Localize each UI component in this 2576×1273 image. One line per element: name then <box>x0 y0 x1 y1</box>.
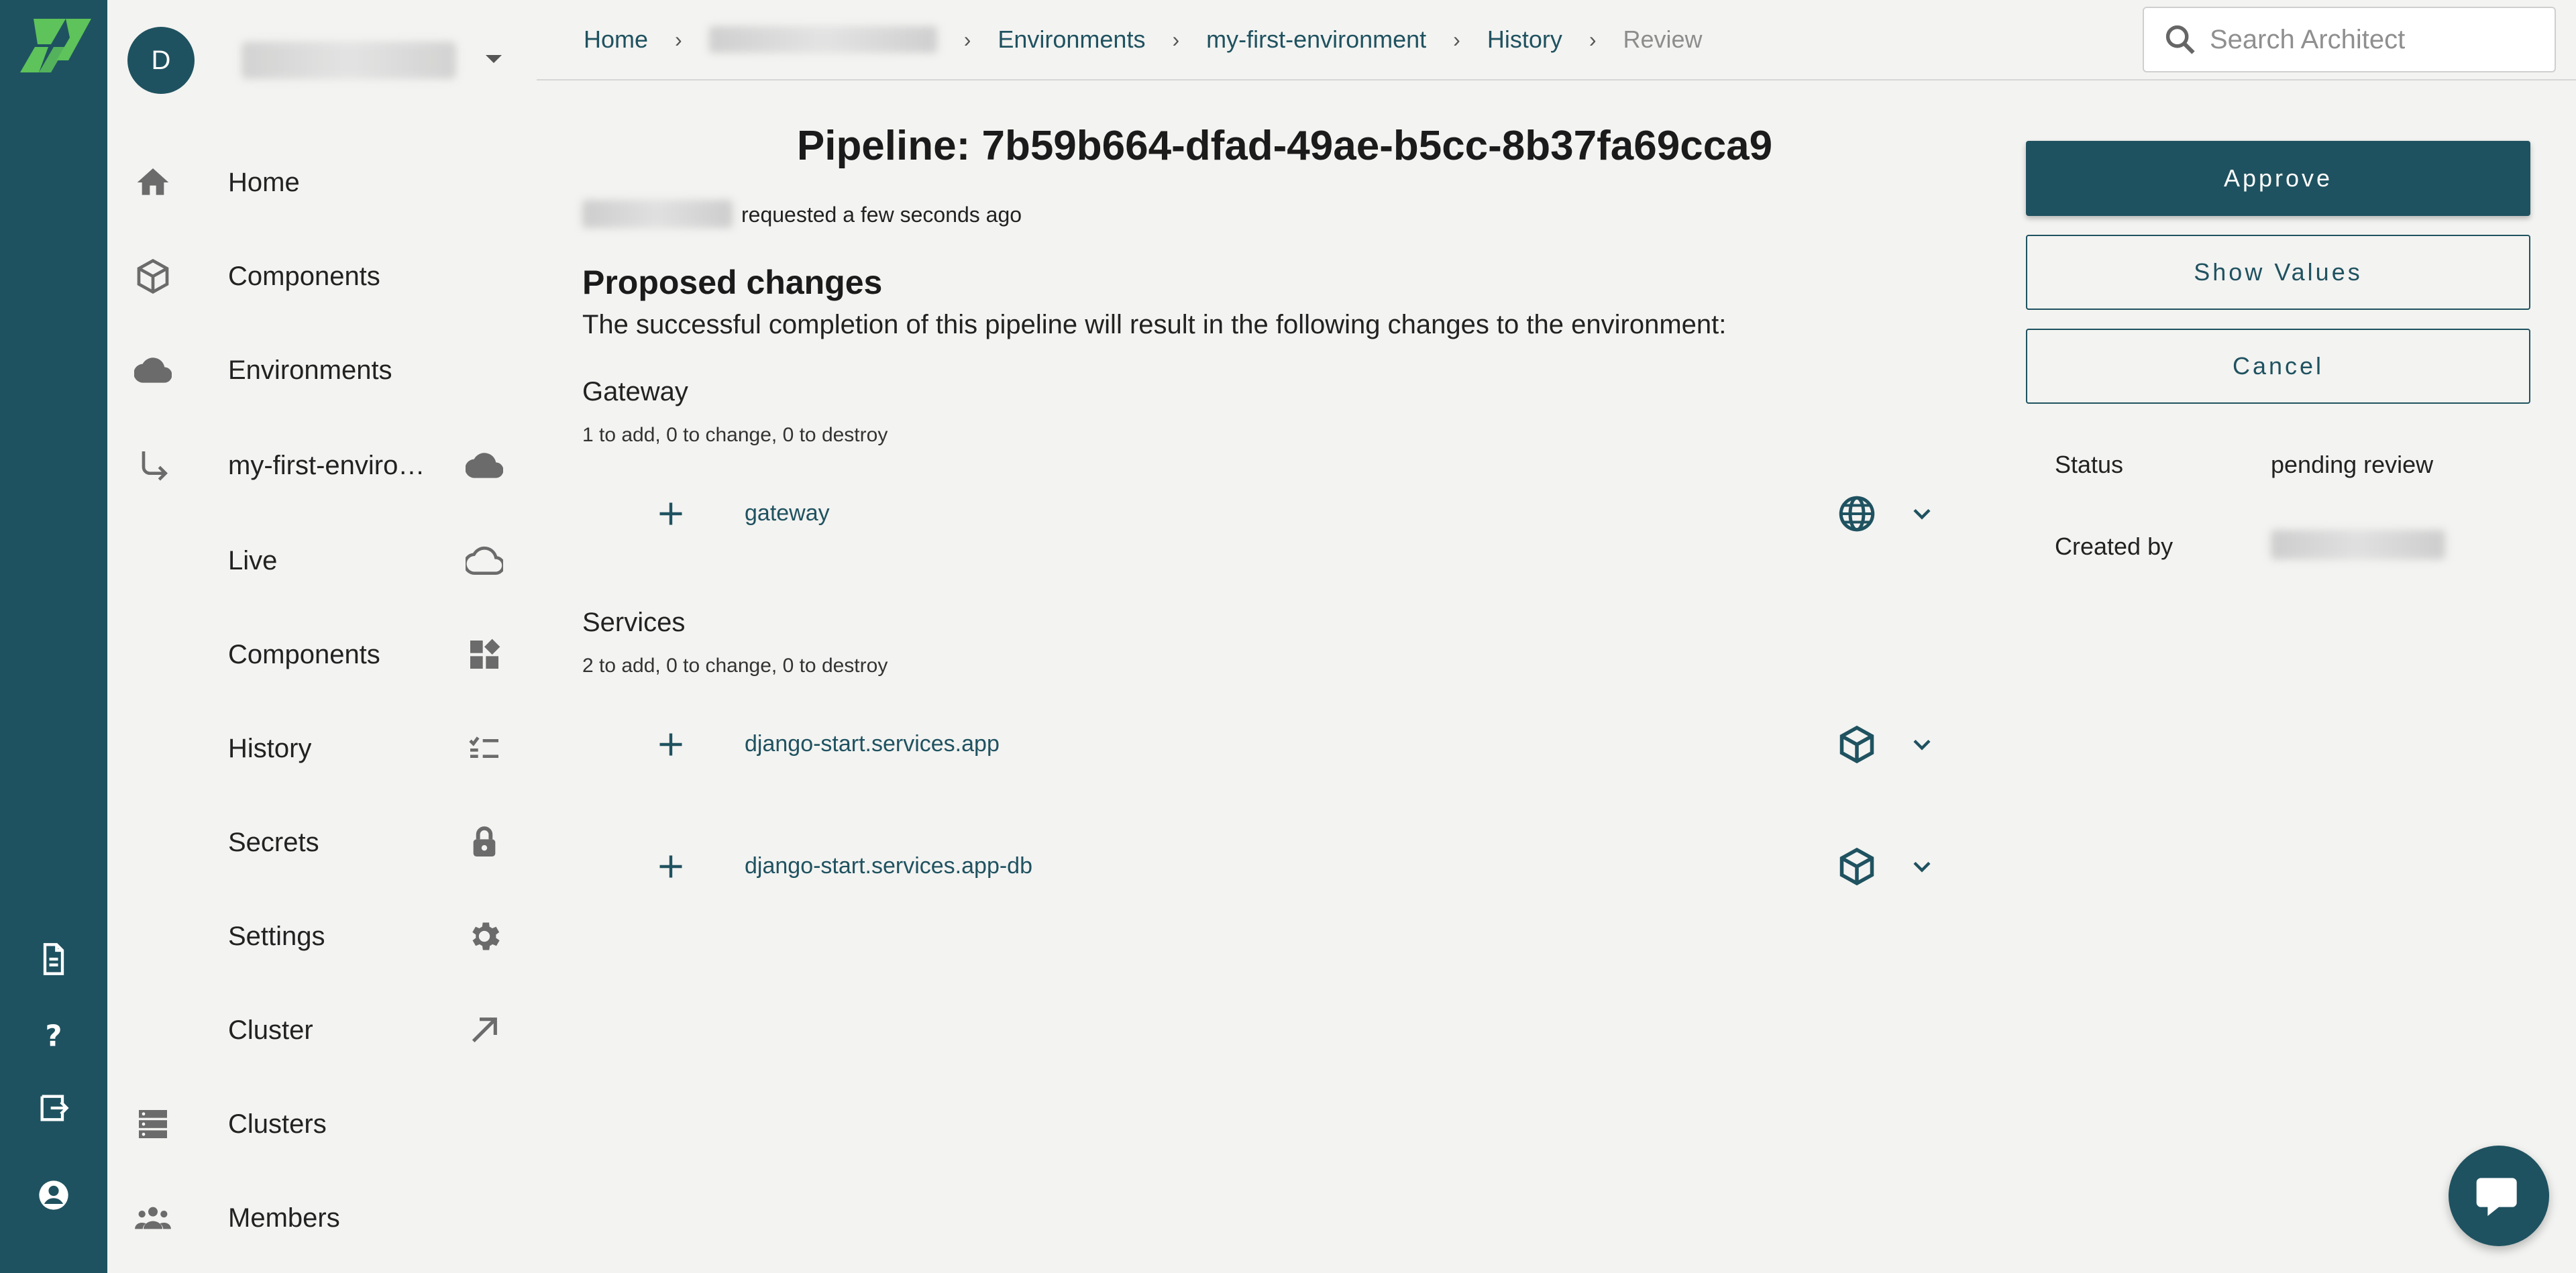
caret-down-icon[interactable] <box>483 51 504 67</box>
approve-button[interactable]: Approve <box>2026 141 2530 216</box>
change-name[interactable]: django-start.services.app-db <box>745 853 1032 879</box>
sidebar-item-label: Settings <box>228 921 325 951</box>
sidebar: D Home Components Environments my-first-… <box>107 0 537 1273</box>
sidebar-item-env-components[interactable]: Components <box>107 614 537 695</box>
home-icon <box>131 161 174 204</box>
avatar[interactable]: D <box>127 27 195 94</box>
change-row-gateway[interactable]: gateway <box>582 474 1951 554</box>
search-box[interactable] <box>2143 7 2556 72</box>
subdirectory-arrow-icon <box>131 444 174 487</box>
sidebar-item-label: Environments <box>228 355 392 385</box>
sidebar-item-label: Secrets <box>228 827 319 857</box>
cube-icon <box>1839 847 1874 886</box>
search-icon <box>2165 25 2195 54</box>
sidebar-item-cluster[interactable]: Cluster <box>107 990 537 1070</box>
sidebar-item-label: Clusters <box>228 1109 327 1139</box>
proposed-changes-heading: Proposed changes <box>582 264 883 301</box>
sidebar-item-history[interactable]: History <box>107 708 537 789</box>
sidebar-item-label: Components <box>228 261 380 291</box>
group-summary-gateway: 1 to add, 0 to change, 0 to destroy <box>582 424 888 446</box>
cube-icon <box>131 255 174 298</box>
sidebar-item-label: my-first-environment <box>228 450 436 480</box>
architect-logo-icon[interactable] <box>19 19 93 72</box>
breadcrumb-environments[interactable]: Environments <box>998 25 1145 54</box>
checklist-icon <box>463 727 506 770</box>
chevron-down-icon[interactable] <box>1907 730 1937 759</box>
chevron-right-icon: › <box>1453 27 1460 52</box>
created-by-label: Created by <box>2055 533 2174 560</box>
help-icon[interactable]: ? <box>34 1014 74 1054</box>
page-title: Pipeline: 7b59b664-dfad-49ae-b5cc-8b37fa… <box>796 123 1773 169</box>
search-input[interactable] <box>2210 24 2532 55</box>
cloud-icon <box>131 349 174 392</box>
chevron-right-icon: › <box>963 27 971 52</box>
change-row-service-app-db[interactable]: django-start.services.app-db <box>582 826 1951 907</box>
sidebar-item-label: Cluster <box>228 1015 313 1045</box>
globe-icon <box>1839 496 1875 532</box>
chat-button[interactable] <box>2449 1146 2549 1246</box>
server-icon <box>131 1103 174 1146</box>
breadcrumb-environment[interactable]: my-first-environment <box>1206 25 1426 54</box>
app-rail: ? <box>0 0 107 1273</box>
sidebar-item-members[interactable]: Members <box>107 1178 537 1258</box>
change-row-service-app[interactable]: django-start.services.app <box>582 704 1951 785</box>
show-values-button[interactable]: Show Values <box>2026 235 2530 310</box>
exit-icon[interactable] <box>34 1088 74 1128</box>
plus-icon <box>659 855 682 878</box>
cloud-icon <box>463 444 506 487</box>
plus-icon <box>659 733 682 756</box>
status-label: Status <box>2055 451 2124 478</box>
svg-text:?: ? <box>45 1019 62 1052</box>
status-badge: pending review <box>2271 451 2434 478</box>
cancel-button[interactable]: Cancel <box>2026 329 2530 404</box>
change-name[interactable]: gateway <box>745 500 830 527</box>
widgets-icon <box>463 633 506 676</box>
breadcrumb: Home › › Environments › my-first-environ… <box>584 25 1703 54</box>
breadcrumb-account-blurred[interactable] <box>708 26 937 53</box>
plus-icon <box>659 502 682 525</box>
sidebar-item-settings[interactable]: Settings <box>107 896 537 977</box>
change-name[interactable]: django-start.services.app <box>745 731 1000 757</box>
chevron-down-icon[interactable] <box>1907 852 1937 881</box>
cloud-outline-icon <box>463 539 506 582</box>
created-by-blurred <box>2271 530 2445 559</box>
chevron-right-icon: › <box>1172 27 1180 52</box>
sidebar-item-components[interactable]: Components <box>107 236 537 317</box>
requested-time: requested a few seconds ago <box>741 203 1022 227</box>
sidebar-item-live[interactable]: Live <box>107 520 537 601</box>
sidebar-item-label: Live <box>228 545 278 575</box>
sidebar-item-secrets[interactable]: Secrets <box>107 802 537 883</box>
document-icon[interactable] <box>34 939 74 979</box>
gear-icon <box>463 915 506 958</box>
sidebar-item-home[interactable]: Home <box>107 142 537 223</box>
group-title-gateway: Gateway <box>582 377 688 406</box>
chevron-right-icon: › <box>1589 27 1597 52</box>
sidebar-item-label: Home <box>228 167 300 197</box>
sidebar-item-clusters[interactable]: Clusters <box>107 1084 537 1164</box>
group-summary-services: 2 to add, 0 to change, 0 to destroy <box>582 655 888 677</box>
sidebar-item-environments[interactable]: Environments <box>107 330 537 410</box>
requester-blurred <box>582 200 733 228</box>
chevron-down-icon[interactable] <box>1907 499 1937 529</box>
breadcrumb-review: Review <box>1623 25 1703 53</box>
sidebar-item-label: Components <box>228 639 380 669</box>
lock-icon <box>463 821 506 864</box>
arrow-up-right-icon <box>463 1009 506 1052</box>
breadcrumb-home[interactable]: Home <box>584 25 648 54</box>
proposed-changes-description: The successful completion of this pipeli… <box>582 310 1727 339</box>
account-selector-blurred[interactable] <box>241 42 456 79</box>
sidebar-item-my-first-environment[interactable]: my-first-environment <box>107 425 537 506</box>
group-title-services: Services <box>582 608 686 637</box>
chat-icon <box>2476 1178 2517 1216</box>
cube-icon <box>1839 725 1874 764</box>
top-bar: Home › › Environments › my-first-environ… <box>537 0 2576 80</box>
sidebar-item-label: Members <box>228 1203 340 1233</box>
chevron-right-icon: › <box>675 27 682 52</box>
sidebar-item-label: History <box>228 733 312 763</box>
account-icon[interactable] <box>34 1175 74 1215</box>
people-icon <box>131 1197 174 1239</box>
breadcrumb-history[interactable]: History <box>1487 25 1562 54</box>
